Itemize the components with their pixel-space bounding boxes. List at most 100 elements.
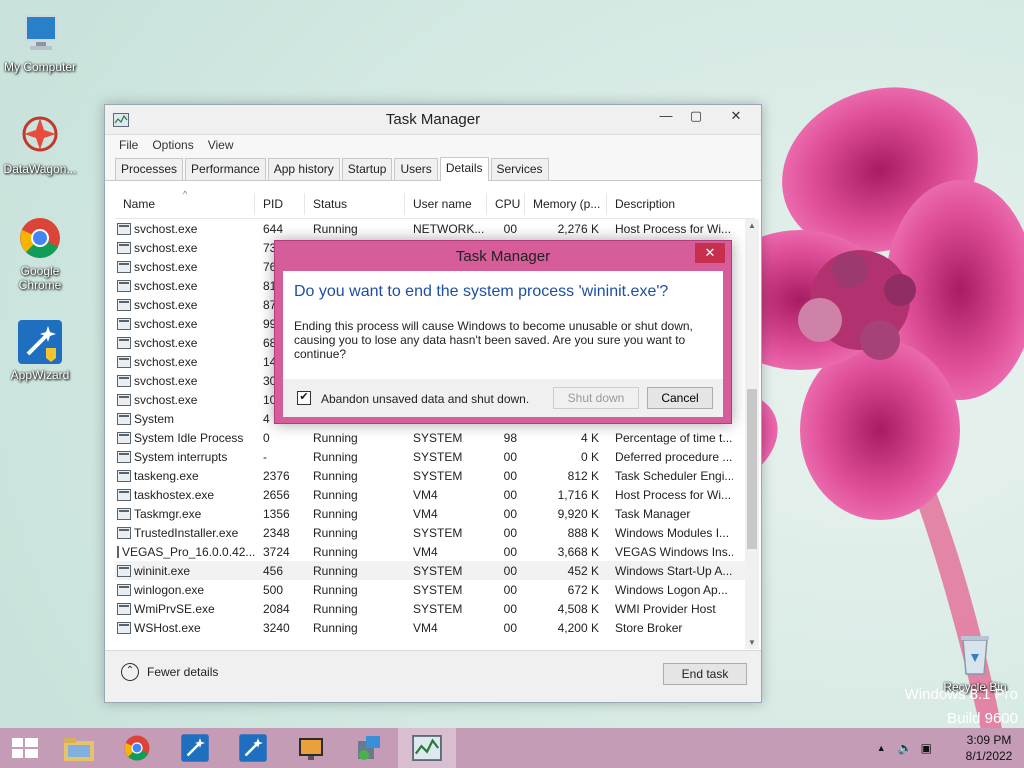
process-name: Taskmgr.exe (115, 507, 255, 521)
end-task-button[interactable]: End task (663, 663, 747, 685)
taskbar-file-explorer[interactable] (50, 728, 108, 768)
table-row[interactable]: winlogon.exe 500 Running SYSTEM 00 672 K Windo… (115, 580, 755, 599)
process-cpu: 00 (503, 221, 517, 236)
process-icon (117, 260, 131, 273)
process-pid: 2376 (263, 468, 290, 483)
desktop-icon-appwizard[interactable]: AppWizard (0, 318, 80, 382)
process-icon (117, 279, 131, 292)
taskbar-appwizard[interactable] (166, 728, 224, 768)
shut-down-button[interactable]: Shut down (553, 387, 639, 409)
taskbar-task-manager[interactable] (398, 728, 456, 768)
process-icon (117, 336, 131, 349)
taskbar-media-app[interactable] (282, 728, 340, 768)
table-row[interactable]: taskhostex.exe 2656 Running VM4 00 1,716 K Hos… (115, 485, 755, 504)
desktop-icon-label: Google Chrome (18, 264, 62, 292)
close-button[interactable]: ✕ (723, 105, 749, 127)
process-description: Windows Logon Ap... (615, 582, 728, 597)
table-row[interactable]: wininit.exe 456 Running SYSTEM 00 452 K Window… (115, 561, 755, 580)
dialog-title-bar[interactable]: Task Manager ✕ (275, 241, 731, 271)
title-bar[interactable]: Task Manager — ▢ ✕ (105, 105, 761, 135)
process-name-text: svchost.exe (134, 278, 198, 293)
column-header-user[interactable]: User name (405, 192, 487, 215)
table-row[interactable]: WSHost.exe 3240 Running VM4 00 4,200 K Store B… (115, 618, 755, 637)
scroll-up-icon[interactable]: ▲ (745, 221, 759, 230)
process-status: Running (313, 449, 358, 464)
process-name: svchost.exe (115, 241, 255, 255)
volume-muted-icon[interactable]: 🔈 (898, 741, 913, 755)
process-icon (117, 602, 131, 615)
table-row[interactable]: taskeng.exe 2376 Running SYSTEM 00 812 K Task … (115, 466, 755, 485)
tab-performance[interactable]: Performance (185, 158, 266, 180)
process-memory: 9,920 K (557, 506, 599, 521)
dialog-close-button[interactable]: ✕ (695, 243, 725, 263)
tab-details[interactable]: Details (439, 157, 489, 181)
process-cpu: 00 (503, 582, 517, 597)
network-icon[interactable]: ▣ (921, 741, 932, 755)
menu-file[interactable]: File (119, 138, 138, 152)
process-name-text: WSHost.exe (134, 620, 201, 635)
desktop-icon-datawagon[interactable]: DataWagon... (0, 112, 80, 176)
taskbar-chrome[interactable] (108, 728, 166, 768)
desktop-icon-chrome[interactable]: Google Chrome (0, 214, 80, 292)
process-user: VM4 (413, 620, 438, 635)
menu-view[interactable]: View (208, 138, 234, 152)
column-header-memory[interactable]: Memory (p... (525, 192, 607, 215)
tab-services[interactable]: Services (490, 158, 549, 180)
show-hidden-icons-icon[interactable]: ▲ (877, 743, 886, 753)
process-icon (117, 317, 131, 330)
column-header-status[interactable]: Status (305, 192, 405, 215)
scroll-down-icon[interactable]: ▼ (745, 638, 759, 647)
process-status: Running (313, 487, 358, 502)
table-row[interactable]: System interrupts - Running SYSTEM 00 0 K Defe… (115, 447, 755, 466)
process-memory: 3,668 K (557, 544, 599, 559)
column-header-description[interactable]: Description (607, 193, 733, 215)
process-memory: 2,276 K (557, 221, 599, 236)
tab-processes[interactable]: Processes (115, 158, 184, 180)
column-header-pid[interactable]: PID (255, 192, 305, 215)
process-status: Running (313, 544, 358, 559)
process-icon (117, 564, 131, 577)
tab-users[interactable]: Users (394, 158, 438, 180)
process-name-text: svchost.exe (134, 373, 198, 388)
process-name-text: taskeng.exe (134, 468, 199, 483)
process-user: SYSTEM (413, 525, 463, 540)
process-status: Running (313, 620, 358, 635)
start-button[interactable] (0, 728, 50, 768)
process-description: Host Process for Wi... (615, 221, 732, 236)
abandon-data-checkbox[interactable]: ✔ (297, 391, 311, 405)
table-row[interactable]: WmiPrvSE.exe 2084 Running SYSTEM 00 4,508 K WM… (115, 599, 755, 618)
maximize-button[interactable]: ▢ (683, 105, 709, 127)
desktop-icon-my-computer[interactable]: My Computer (0, 10, 80, 74)
column-header-cpu[interactable]: CPU (487, 192, 525, 215)
computer-icon (16, 10, 64, 58)
table-row[interactable]: System Idle Process 0 Running SYSTEM 98 4 K Pe… (115, 428, 755, 447)
abandon-data-checkbox-label[interactable]: Abandon unsaved data and shut down. (321, 392, 529, 406)
table-row[interactable]: VEGAS_Pro_16.0.0.42... 3724 Running VM4 00 3,… (115, 542, 755, 561)
process-user: VM4 (413, 487, 438, 502)
minimize-button[interactable]: — (653, 105, 679, 127)
taskbar-appwizard-2[interactable] (224, 728, 282, 768)
process-description: WMI Provider Host (615, 601, 716, 616)
table-row[interactable]: TrustedInstaller.exe 2348 Running SYSTEM 00 8… (115, 523, 755, 542)
fewer-details-link[interactable]: ⌃ Fewer details (121, 663, 218, 681)
vertical-scrollbar[interactable]: ▲ ▼ (745, 219, 759, 649)
table-row[interactable]: svchost.exe 644 Running NETWORK... 00 2,276 K… (115, 219, 755, 238)
dialog-footer: ✔ Abandon unsaved data and shut down. Sh… (283, 379, 723, 417)
process-status: Running (313, 468, 358, 483)
tab-app-history[interactable]: App history (267, 158, 340, 180)
taskbar-installer[interactable] (340, 728, 398, 768)
process-pid: 644 (263, 221, 284, 236)
process-pid: 1356 (263, 506, 290, 521)
dialog-title: Task Manager (455, 248, 551, 265)
process-memory: 812 K (567, 468, 599, 483)
table-row[interactable]: Taskmgr.exe 1356 Running VM4 00 9,920 K Task M… (115, 504, 755, 523)
process-name-text: System Idle Process (134, 430, 244, 445)
process-icon (117, 374, 131, 387)
menu-options[interactable]: Options (152, 138, 193, 152)
desktop-icon-recycle-bin[interactable]: Recycle Bin (935, 630, 1015, 694)
task-manager-icon (412, 735, 442, 761)
scroll-thumb[interactable] (747, 389, 757, 549)
cancel-button[interactable]: Cancel (647, 387, 713, 409)
tab-startup[interactable]: Startup (341, 158, 393, 180)
clock[interactable]: 3:09 PM 8/1/2022 (954, 732, 1024, 764)
